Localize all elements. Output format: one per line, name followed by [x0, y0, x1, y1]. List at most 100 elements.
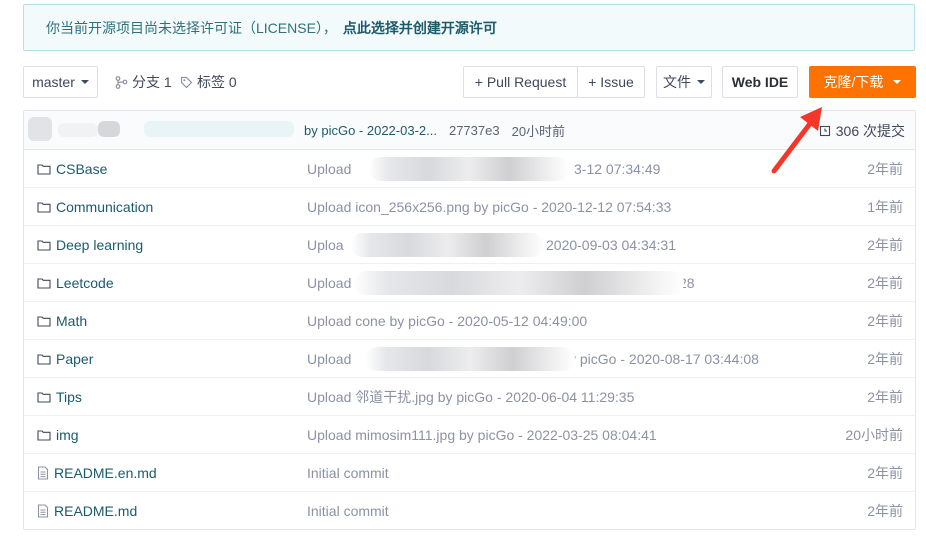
- file-row[interactable]: README.en.md Initial commit 2年前: [24, 454, 915, 492]
- file-name-label: Leetcode: [56, 275, 114, 291]
- commit-message[interactable]: Upload 邻道干扰.jpg by picGo - 2020-06-04 11…: [307, 378, 634, 416]
- license-notice-text: 你当前开源项目尚未选择许可证（LICENSE），: [46, 19, 337, 36]
- file-entry-name[interactable]: img: [37, 416, 79, 454]
- commit-message-tail[interactable]: y picGo - 2020-08-17 03:44:08: [569, 340, 759, 378]
- folder-icon: [37, 316, 51, 327]
- pull-request-button[interactable]: + Pull Request: [463, 66, 578, 98]
- folder-icon: [37, 164, 51, 175]
- commit-count[interactable]: 306 次提交: [819, 111, 905, 150]
- file-name-label: README.md: [54, 503, 138, 519]
- file-entry-name[interactable]: Leetcode: [37, 264, 114, 302]
- redacted-block: [365, 347, 575, 371]
- redacted-block: [351, 233, 544, 257]
- chevron-down-icon: [893, 80, 902, 84]
- file-row[interactable]: README.md Initial commit 2年前: [24, 492, 915, 530]
- commit-hash[interactable]: 27737e3: [449, 123, 500, 138]
- branch-icon: [115, 75, 128, 89]
- commit-message[interactable]: Uploa: [307, 226, 344, 264]
- new-issue-label: + Issue: [588, 74, 634, 90]
- file-entry-name[interactable]: Math: [37, 302, 87, 340]
- commit-message-tail[interactable]: 3-12 07:34:49: [574, 150, 660, 188]
- tags-label: 标签 0: [197, 74, 237, 90]
- last-updated: 2年前: [867, 389, 903, 405]
- commit-count-label: 306 次提交: [835, 122, 905, 139]
- file-name-label: img: [56, 427, 79, 443]
- new-issue-button[interactable]: + Issue: [577, 66, 645, 98]
- chevron-down-icon: [80, 80, 89, 84]
- clone-download-label: 克隆/下载: [823, 74, 884, 90]
- file-name-label: Paper: [56, 351, 94, 367]
- redacted-block: [98, 121, 120, 137]
- folder-row[interactable]: Math Upload cone by picGo - 2020-05-12 04…: [24, 302, 915, 340]
- file-entry-name[interactable]: Deep learning: [37, 226, 143, 264]
- commit-message[interactable]: Upload: [307, 264, 351, 302]
- file-entry-name[interactable]: Paper: [37, 340, 93, 378]
- redacted-block: [369, 157, 569, 181]
- redacted-block: [144, 121, 294, 137]
- branches-label: 分支 1: [132, 74, 172, 90]
- web-ide-label: Web IDE: [731, 74, 789, 90]
- last-updated: 2年前: [867, 313, 903, 329]
- last-updated: 2年前: [867, 237, 903, 253]
- branch-select-label: master: [32, 74, 75, 90]
- last-updated: 2年前: [867, 503, 903, 519]
- tag-icon: [180, 76, 193, 88]
- files-dropdown-label: 文件: [663, 74, 691, 90]
- file-entry-name[interactable]: README.en.md: [37, 454, 157, 492]
- redacted-block: [58, 123, 98, 137]
- folder-row[interactable]: Deep learning Uploa 2020-09-03 04:34:31 2年前: [24, 226, 915, 264]
- file-entry-name[interactable]: Tips: [37, 378, 82, 416]
- repo-toolbar: master 分支 1 标签 0 + Pull Request + Issue …: [23, 66, 916, 98]
- latest-commit-link[interactable]: by picGo - 2022-03-2...: [304, 123, 437, 138]
- folder-icon: [37, 278, 51, 289]
- redacted-block: [354, 271, 684, 295]
- author-avatar: [28, 117, 52, 141]
- branches-link[interactable]: 分支 1: [115, 66, 172, 98]
- folder-icon: [37, 202, 51, 213]
- commit-message[interactable]: Upload mimosim111.jpg by picGo - 2022-03…: [307, 416, 657, 454]
- file-name-label: README.en.md: [54, 465, 157, 481]
- files-dropdown[interactable]: 文件: [656, 66, 712, 98]
- last-updated: 1年前: [867, 199, 903, 215]
- commit-time: 20小时前: [511, 124, 566, 139]
- create-license-link[interactable]: 点此选择并创建开源许可: [343, 18, 497, 38]
- license-notice: 你当前开源项目尚未选择许可证（LICENSE）， 点此选择并创建开源许可: [23, 4, 915, 51]
- commit-message-tail[interactable]: 2020-09-03 04:34:31: [546, 226, 676, 264]
- commit-message[interactable]: Upload cone by picGo - 2020-05-12 04:49:…: [307, 302, 587, 340]
- last-updated: 2年前: [867, 161, 903, 177]
- file-name-label: Math: [56, 313, 88, 329]
- branch-select[interactable]: master: [23, 66, 98, 98]
- file-icon: [37, 504, 49, 518]
- last-updated: 2年前: [867, 351, 903, 367]
- folder-row[interactable]: img Upload mimosim111.jpg by picGo - 2022…: [24, 416, 915, 454]
- latest-commit-info: by picGo - 2022-03-2... 27737e3 20小时前: [304, 111, 565, 150]
- file-name-label: Deep learning: [56, 237, 144, 253]
- folder-icon: [37, 354, 51, 365]
- clone-download-button[interactable]: 克隆/下载: [809, 66, 916, 98]
- file-name-label: Communication: [56, 199, 154, 215]
- pull-request-label: + Pull Request: [474, 74, 567, 90]
- folder-row[interactable]: Communication Upload icon_256x256.png by …: [24, 188, 915, 226]
- file-entry-name[interactable]: Communication: [37, 188, 153, 226]
- folder-row[interactable]: Paper Upload y picGo - 2020-08-17 03:44:0…: [24, 340, 915, 378]
- last-updated: 2年前: [867, 465, 903, 481]
- commit-message[interactable]: Upload: [307, 340, 351, 378]
- folder-row[interactable]: Leetcode Upload 28 2年前: [24, 264, 915, 302]
- commit-message[interactable]: Initial commit: [307, 454, 389, 492]
- web-ide-button[interactable]: Web IDE: [722, 66, 798, 98]
- folder-icon: [37, 240, 51, 251]
- file-name-label: CSBase: [56, 161, 108, 177]
- chevron-down-icon: [697, 80, 705, 84]
- last-updated: 2年前: [867, 275, 903, 291]
- file-entry-name[interactable]: CSBase: [37, 150, 107, 188]
- file-icon: [37, 466, 49, 480]
- commit-message[interactable]: Initial commit: [307, 492, 389, 530]
- commit-message[interactable]: Upload icon_256x256.png by picGo - 2020-…: [307, 188, 671, 226]
- file-name-label: Tips: [56, 389, 82, 405]
- folder-row[interactable]: Tips Upload 邻道干扰.jpg by picGo - 2020-06-0…: [24, 378, 915, 416]
- tags-link[interactable]: 标签 0: [180, 66, 237, 98]
- last-updated: 20小时前: [845, 427, 903, 443]
- file-entry-name[interactable]: README.md: [37, 492, 137, 530]
- commit-message[interactable]: Upload: [307, 150, 351, 188]
- folder-icon: [37, 430, 51, 441]
